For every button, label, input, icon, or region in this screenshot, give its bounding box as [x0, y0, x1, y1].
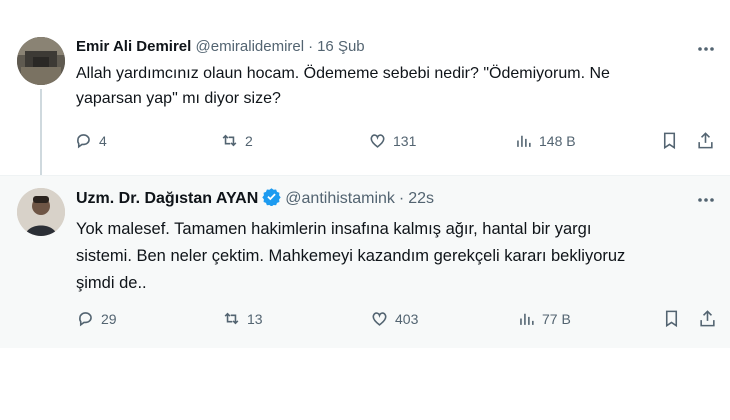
like-icon — [372, 312, 387, 326]
tweet-dagistan-ayan[interactable]: Uzm. Dr. Dağıstan AYAN @antihistamink · 22s… — [0, 175, 730, 348]
views-icon — [517, 135, 531, 147]
bookmark-button[interactable] — [662, 309, 681, 328]
share-icon — [700, 310, 715, 327]
views-icon — [520, 313, 534, 325]
bookmark-icon — [665, 310, 678, 328]
tweet-text-line: yaparsan yap" mı diyor size? — [76, 90, 281, 107]
tweet-text-line: sistemi. Ben neler çektim. Mahkemeyi kaz… — [76, 247, 626, 265]
tweet-emir-ali-demirel[interactable]: Emir Ali Demirel @emiralidemirel · 16 Şub … — [0, 27, 730, 177]
user-handle[interactable]: @emiralidemirel — [196, 38, 305, 55]
reply-icon — [77, 134, 90, 149]
thread-connector-line — [40, 89, 42, 177]
tweet-text: Yok malesef. Tamamen hakimlerin insafına… — [76, 216, 716, 297]
share-icon — [698, 132, 713, 149]
tweet-text-line: Allah yardımcınız olaun hocam. Ödememe s… — [76, 65, 610, 82]
views-count: 77 B — [542, 310, 571, 327]
tweet-text: Allah yardımcınız olaun hocam. Ödememe s… — [76, 61, 716, 111]
separator-dot: · — [308, 38, 314, 55]
retweet-button[interactable]: 13 — [222, 309, 263, 328]
reply-count: 29 — [101, 310, 117, 327]
tweet-actions: 29 13 403 77 B — [74, 309, 720, 331]
avatar[interactable] — [17, 188, 65, 236]
reply-button[interactable]: 4 — [74, 131, 107, 150]
retweet-count: 2 — [245, 132, 253, 149]
timestamp[interactable]: 16 Şub — [317, 38, 365, 55]
tweet-actions: 4 2 131 148 B — [74, 131, 720, 153]
views-count: 148 B — [539, 132, 576, 149]
display-name[interactable]: Emir Ali Demirel — [76, 38, 191, 55]
tweet-text-line: şimdi de.. — [76, 274, 147, 292]
share-button[interactable] — [698, 309, 717, 328]
tweet-text-line: Yok malesef. Tamamen hakimlerin insafına… — [76, 220, 592, 238]
like-button[interactable]: 131 — [368, 131, 416, 150]
retweet-icon — [224, 312, 239, 325]
retweet-count: 13 — [247, 310, 263, 327]
more-icon[interactable] — [696, 190, 716, 210]
display-name[interactable]: Uzm. Dr. Dağıstan AYAN — [76, 190, 258, 207]
like-button[interactable]: 403 — [370, 309, 418, 328]
user-handle[interactable]: @antihistamink — [285, 190, 395, 207]
more-icon[interactable] — [696, 39, 716, 59]
bookmark-button[interactable] — [660, 131, 679, 150]
like-count: 403 — [395, 310, 419, 327]
retweet-button[interactable]: 2 — [220, 131, 253, 150]
like-count: 131 — [393, 132, 417, 149]
share-button[interactable] — [696, 131, 715, 150]
separator-dot: · — [398, 190, 405, 207]
avatar[interactable] — [17, 37, 65, 85]
views-button[interactable]: 77 B — [517, 309, 571, 328]
reply-icon — [79, 312, 92, 327]
views-button[interactable]: 148 B — [514, 131, 576, 150]
bookmark-icon — [663, 132, 676, 150]
reply-button[interactable]: 29 — [76, 309, 117, 328]
timestamp[interactable]: 22s — [408, 190, 434, 207]
like-icon — [370, 134, 385, 148]
reply-count: 4 — [99, 132, 107, 149]
retweet-icon — [222, 134, 237, 147]
tweet-header: Emir Ali Demirel @emiralidemirel · 16 Şub — [76, 37, 365, 57]
verified-badge-icon — [262, 187, 281, 212]
tweet-header: Uzm. Dr. Dağıstan AYAN @antihistamink · 22s — [76, 187, 434, 212]
